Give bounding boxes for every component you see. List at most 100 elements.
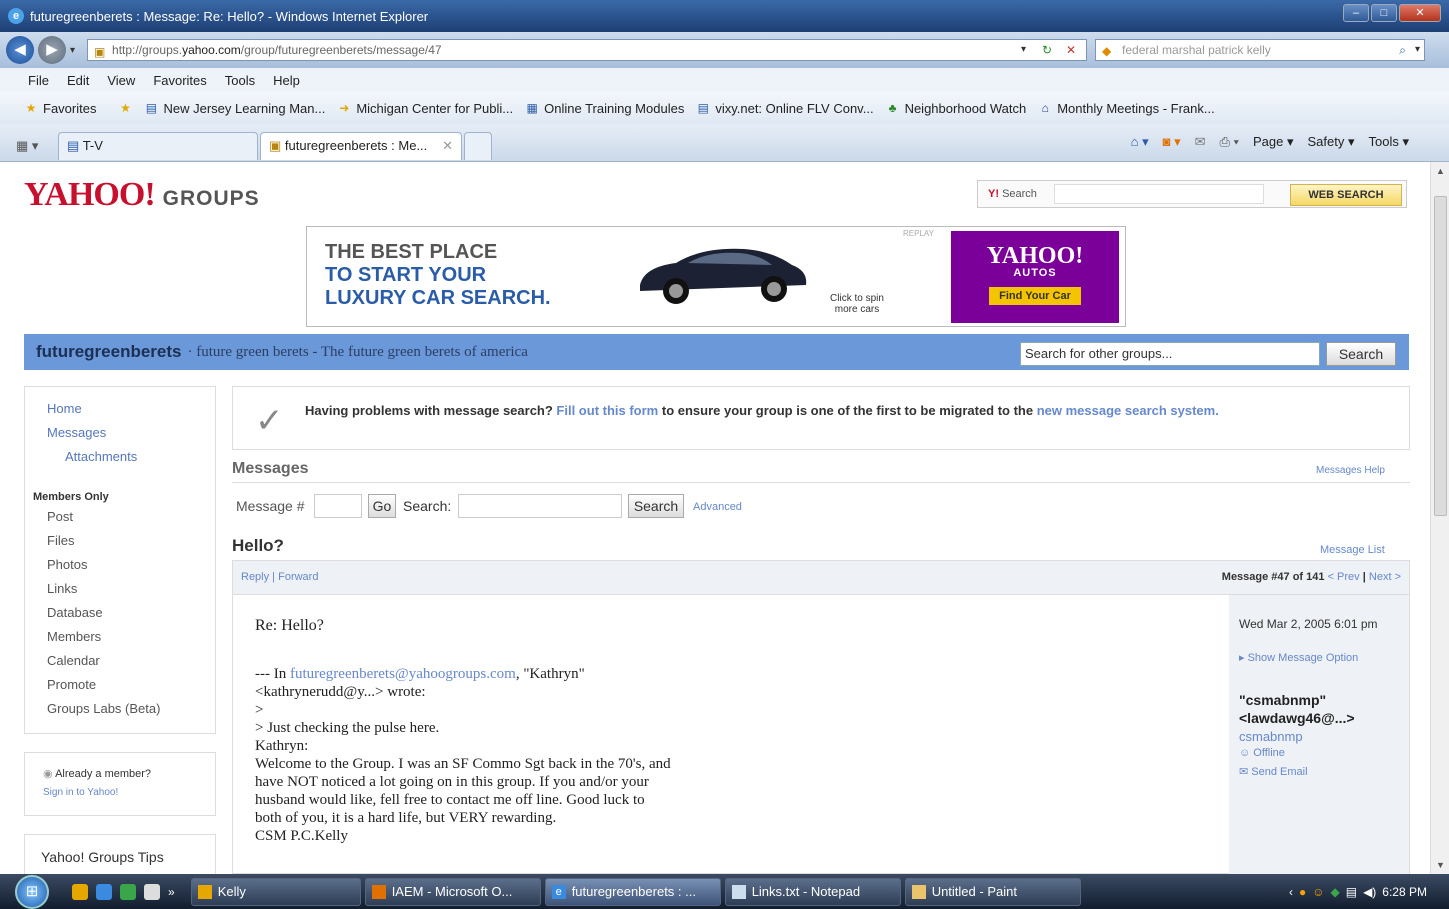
menu-tools[interactable]: Tools (225, 73, 255, 88)
network-icon[interactable]: ▤ (1346, 885, 1357, 899)
taskbar-item[interactable]: IAEM - Microsoft O... (364, 877, 541, 906)
web-search-button[interactable]: WEB SEARCH (1290, 184, 1402, 206)
sidebar-item-groups-labs[interactable]: Groups Labs (Beta) (47, 701, 160, 716)
sign-in-link[interactable]: Sign in to Yahoo! (43, 787, 118, 798)
group-search-input[interactable]: Search for other groups... (1020, 342, 1320, 366)
menu-view[interactable]: View (107, 73, 135, 88)
fill-form-link[interactable]: Fill out this form (556, 403, 658, 418)
fav-item[interactable]: ▤ vixy.net: Online FLV Conv... (696, 101, 874, 116)
back-button[interactable]: ◀ (6, 36, 34, 64)
taskbar-item[interactable]: Kelly (190, 877, 361, 906)
tray-expand-icon[interactable]: ‹ (1289, 885, 1293, 899)
taskbar-item[interactable]: Untitled - Paint (904, 877, 1081, 906)
sender-alias-link[interactable]: csmabnmp (1239, 729, 1303, 744)
message-search-input[interactable] (458, 494, 622, 518)
menu-favorites[interactable]: Favorites (153, 73, 206, 88)
quicklaunch-desktop-icon[interactable] (144, 883, 160, 900)
sidebar-item-links[interactable]: Links (47, 581, 77, 596)
sidebar-item-database[interactable]: Database (47, 605, 103, 620)
send-email-link[interactable]: ✉ Send Email (1239, 765, 1308, 778)
menu-file[interactable]: File (28, 73, 49, 88)
advanced-search-link[interactable]: Advanced (693, 501, 742, 513)
refresh-icon[interactable]: ↻ (1042, 40, 1052, 60)
add-favorite-button[interactable]: ★ (118, 101, 132, 115)
search-icon[interactable]: ⌕ (1399, 40, 1406, 60)
tray-app-icon[interactable]: ● (1299, 885, 1306, 899)
sidebar-item-files[interactable]: Files (47, 533, 74, 548)
show-message-option-link[interactable]: ▸ Show Message Option (1239, 651, 1358, 664)
address-bar[interactable]: ▣ http://groups.yahoo.com/group/futuregr… (87, 39, 1088, 61)
quicklaunch-ie-icon[interactable] (96, 883, 112, 900)
message-search-label: Search: (403, 498, 452, 514)
tray-security-icon[interactable]: ◆ (1330, 885, 1339, 899)
taskbar-item[interactable]: e futuregreenberets : ... (544, 877, 721, 906)
messages-help-link[interactable]: Messages Help (1316, 465, 1385, 476)
mail-icon[interactable]: ✉ (1195, 134, 1206, 150)
stop-icon[interactable]: ✕ (1066, 40, 1076, 60)
quicklaunch-app-icon[interactable] (120, 883, 136, 900)
fav-item[interactable]: ⌂ Monthly Meetings - Frank... (1038, 101, 1215, 116)
message-number-input[interactable] (314, 494, 362, 518)
fav-item[interactable]: ♣ Neighborhood Watch (886, 101, 1027, 116)
minimize-button[interactable]: – (1343, 4, 1369, 22)
sidebar-item-photos[interactable]: Photos (47, 557, 87, 572)
home-icon[interactable]: ⌂ ▾ (1131, 134, 1149, 150)
menu-edit[interactable]: Edit (67, 73, 89, 88)
prev-message-link[interactable]: < Prev (1328, 571, 1360, 583)
yahoo-groups-logo[interactable]: YAHOO! GROUPS (24, 176, 260, 214)
start-button[interactable]: ⊞ (0, 874, 64, 909)
quicklaunch-folder-icon[interactable] (72, 883, 88, 900)
address-dropdown-icon[interactable]: ▾ (1021, 40, 1026, 60)
fav-item[interactable]: ➜ Michigan Center for Publi... (337, 101, 513, 116)
taskbar-item[interactable]: Links.txt - Notepad (724, 877, 901, 906)
clock[interactable]: 6:28 PM (1382, 885, 1427, 899)
reply-link[interactable]: Reply (241, 571, 269, 583)
ad-replay-label[interactable]: REPLAY (903, 229, 934, 238)
tab-group[interactable]: ▤ T-V (58, 132, 258, 160)
favorites-button[interactable]: ★ Favorites (24, 101, 97, 116)
print-icon[interactable]: ⎙ ▾ (1220, 134, 1239, 150)
next-message-link[interactable]: Next > (1369, 571, 1401, 583)
group-search-button[interactable]: Search (1326, 342, 1396, 366)
sidebar-item-messages[interactable]: Messages (47, 425, 106, 440)
close-tab-icon[interactable]: ✕ (442, 133, 453, 159)
message-search-button[interactable]: Search (628, 494, 684, 518)
group-email-link[interactable]: futuregreenberets@yahoogroups.com (290, 666, 516, 682)
sidebar-item-post[interactable]: Post (47, 509, 73, 524)
close-button[interactable]: ✕ (1399, 4, 1441, 22)
search-options-icon[interactable]: ▾ (1415, 40, 1420, 60)
tray-messenger-icon[interactable]: ☺ (1312, 885, 1324, 899)
go-button[interactable]: Go (368, 494, 396, 518)
volume-icon[interactable]: ◀) (1363, 885, 1376, 899)
new-search-system-link[interactable]: new message search system. (1037, 403, 1219, 418)
feeds-icon[interactable]: ◙ ▾ (1163, 134, 1181, 150)
tab-active[interactable]: ▣ futuregreenberets : Me... ✕ (260, 132, 462, 160)
web-search-input[interactable] (1054, 184, 1264, 204)
quicklaunch-more-icon[interactable]: » (168, 885, 175, 899)
fav-item[interactable]: ▦ Online Training Modules (525, 101, 684, 116)
safety-menu[interactable]: Safety ▾ (1308, 134, 1355, 150)
find-your-car-button[interactable]: Find Your Car (989, 287, 1081, 305)
live-search-box[interactable]: ◆ federal marshal patrick kelly ⌕ ▾ (1095, 39, 1426, 61)
forward-button[interactable]: ▶ (38, 36, 66, 64)
fav-item[interactable]: ▤ New Jersey Learning Man... (144, 101, 326, 116)
new-tab-button[interactable] (464, 132, 492, 160)
vertical-scrollbar[interactable]: ▲ ▼ (1430, 162, 1449, 874)
menu-help[interactable]: Help (273, 73, 300, 88)
sidebar-item-home[interactable]: Home (47, 401, 82, 416)
page-menu[interactable]: Page ▾ (1253, 134, 1294, 150)
group-name[interactable]: futuregreenberets (36, 342, 181, 362)
forward-link[interactable]: Forward (278, 571, 318, 583)
quick-tabs-icon[interactable]: ▦ ▾ (16, 138, 38, 154)
spin-cars-link[interactable]: Click to spin more cars (819, 293, 895, 315)
scroll-thumb[interactable] (1434, 196, 1447, 516)
sidebar-item-promote[interactable]: Promote (47, 677, 96, 692)
sidebar-item-members[interactable]: Members (47, 629, 101, 644)
advertisement-banner[interactable]: THE BEST PLACE TO START YOUR LUXURY CAR … (306, 226, 1126, 327)
message-list-link[interactable]: Message List (1320, 544, 1385, 556)
sidebar-item-calendar[interactable]: Calendar (47, 653, 100, 668)
tools-menu[interactable]: Tools ▾ (1369, 134, 1410, 150)
sidebar-item-attachments[interactable]: Attachments (65, 449, 137, 464)
history-dropdown-icon[interactable]: ▾ (70, 45, 75, 56)
maximize-button[interactable]: □ (1371, 4, 1397, 22)
